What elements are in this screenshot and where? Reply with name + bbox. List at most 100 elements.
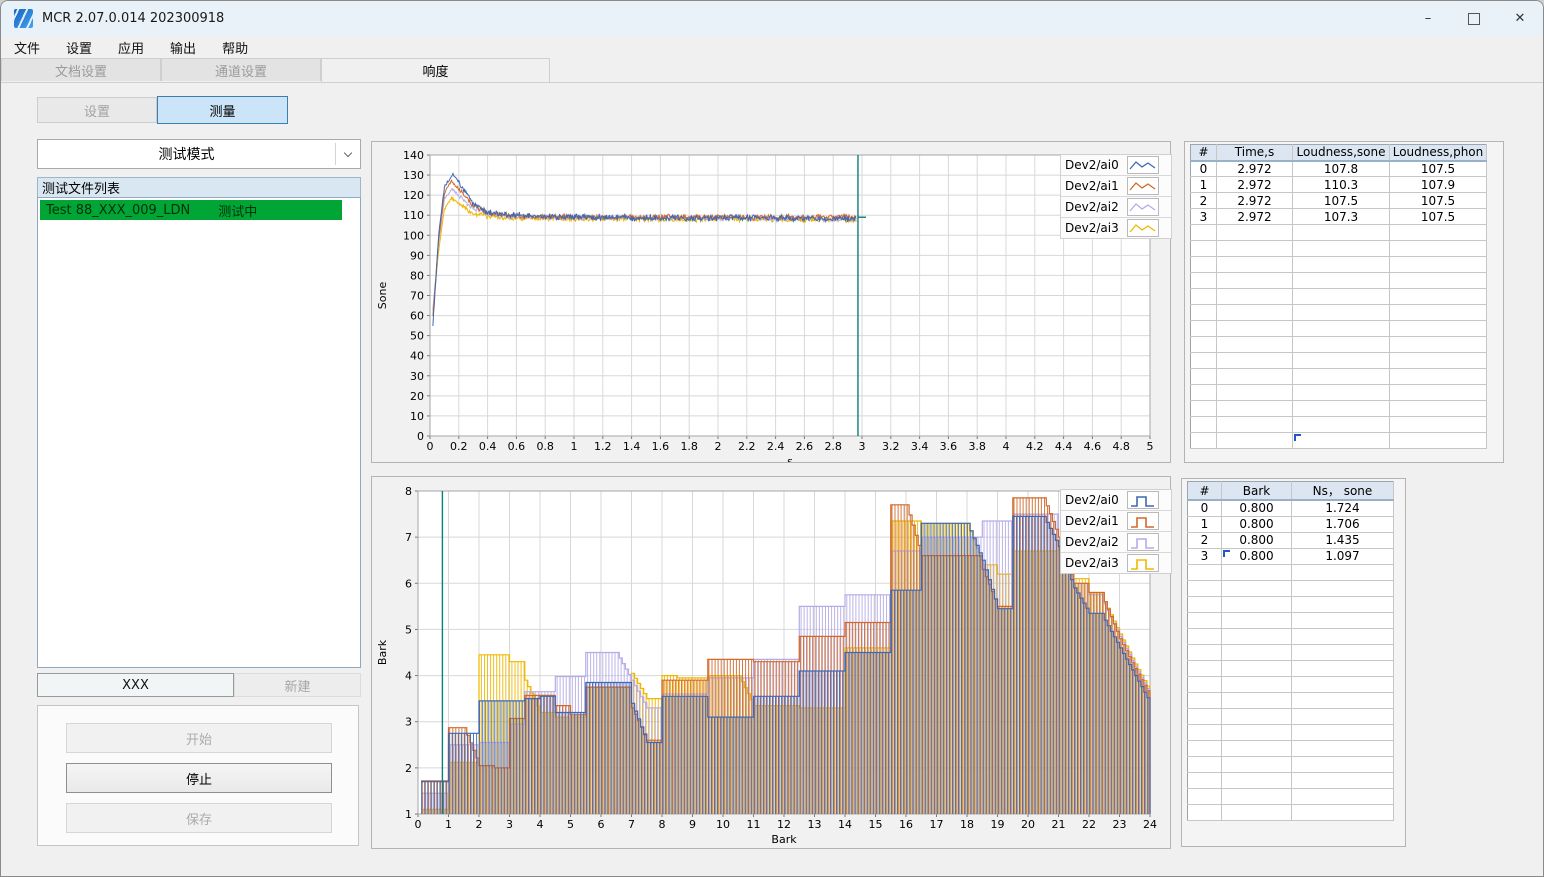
table-row[interactable]: 3 2.972 107.3 107.5: [1190, 208, 1487, 225]
legend-line-icon: [1127, 156, 1159, 174]
svg-text:5: 5: [567, 818, 574, 831]
table-row[interactable]: 2 0.800 1.435: [1187, 532, 1394, 549]
table-cell: [1190, 432, 1217, 449]
table-row[interactable]: [1187, 612, 1394, 629]
legend-label: Dev2/ai3: [1065, 556, 1119, 570]
table-row[interactable]: [1187, 628, 1394, 645]
menu-item-3[interactable]: 输出: [157, 36, 209, 59]
table-row[interactable]: [1187, 708, 1394, 725]
bark-results-table: # Bark Ns， sone 0 0.800 1.724 1 0.800 1.706 2 0.80…: [1181, 478, 1406, 847]
start-button[interactable]: 开始: [66, 723, 332, 753]
tab-2[interactable]: 响度: [321, 58, 550, 82]
svg-text:2: 2: [476, 818, 483, 831]
table-cell: [1187, 740, 1222, 757]
table-row[interactable]: [1187, 660, 1394, 677]
table-row[interactable]: [1190, 256, 1487, 273]
maximize-button[interactable]: [1451, 1, 1497, 36]
table-row[interactable]: 0 0.800 1.724: [1187, 500, 1394, 517]
save-button[interactable]: 保存: [66, 803, 332, 833]
table-cell: [1190, 400, 1217, 417]
table-cell: [1187, 628, 1222, 645]
menu-item-0[interactable]: 文件: [1, 36, 53, 59]
table-row[interactable]: 1 0.800 1.706: [1187, 516, 1394, 533]
menu-item-2[interactable]: 应用: [105, 36, 157, 59]
table-row[interactable]: [1190, 432, 1487, 449]
svg-text:0: 0: [417, 430, 424, 443]
svg-text:20: 20: [410, 390, 424, 403]
svg-text:1.6: 1.6: [652, 440, 670, 453]
table-cell: 1.706: [1291, 516, 1394, 533]
table-row[interactable]: [1187, 756, 1394, 773]
table-row[interactable]: 2 2.972 107.5 107.5: [1190, 192, 1487, 209]
table-bark-grid: # Bark Ns， sone 0 0.800 1.724 1 0.800 1.706 2 0.80…: [1187, 481, 1394, 821]
chevron-down-icon[interactable]: [335, 143, 360, 165]
table-cell: [1221, 692, 1292, 709]
close-button[interactable]: ✕: [1497, 1, 1543, 36]
table-cell: [1389, 320, 1487, 337]
table-row[interactable]: [1187, 676, 1394, 693]
table-row[interactable]: [1190, 240, 1487, 257]
view-button-measure[interactable]: 测量: [157, 96, 288, 124]
table-cell: 0: [1190, 160, 1217, 177]
table-row[interactable]: [1187, 740, 1394, 757]
table-row[interactable]: 0 2.972 107.8 107.5: [1190, 160, 1487, 177]
table-row[interactable]: [1190, 304, 1487, 321]
table-row[interactable]: [1187, 724, 1394, 741]
test-mode-dropdown[interactable]: 测试模式: [37, 139, 361, 169]
table-cell: [1291, 660, 1394, 677]
table-row[interactable]: [1187, 580, 1394, 597]
svg-text:2: 2: [715, 440, 722, 453]
table-row[interactable]: [1190, 352, 1487, 369]
table-row[interactable]: [1187, 564, 1394, 581]
menu-item-1[interactable]: 设置: [53, 36, 105, 59]
tab-0[interactable]: 文档设置: [1, 58, 161, 81]
svg-text:17: 17: [930, 818, 944, 831]
svg-text:2.8: 2.8: [824, 440, 842, 453]
table-row[interactable]: [1190, 400, 1487, 417]
table-row[interactable]: [1190, 416, 1487, 433]
table-row[interactable]: [1190, 384, 1487, 401]
legend-line-icon: [1127, 219, 1159, 237]
svg-text:11: 11: [747, 818, 761, 831]
svg-text:8: 8: [659, 818, 666, 831]
svg-text:0.4: 0.4: [479, 440, 497, 453]
table-cell: 107.5: [1292, 192, 1390, 209]
table-cell: 0.800: [1221, 532, 1292, 549]
table-row[interactable]: [1190, 368, 1487, 385]
table-cell: [1221, 580, 1292, 597]
view-button-settings[interactable]: 设置: [37, 97, 157, 123]
table-cell: 1.097: [1291, 548, 1394, 565]
table-row[interactable]: [1190, 224, 1487, 241]
new-button[interactable]: 新建: [234, 673, 361, 697]
table-row[interactable]: [1187, 772, 1394, 789]
table-row[interactable]: 3 0.800 1.097: [1187, 548, 1394, 565]
table-cell: [1221, 596, 1292, 613]
table-cell: [1292, 368, 1390, 385]
table-row[interactable]: [1187, 788, 1394, 805]
loudness-results-table: # Time,s Loudness,sone Loudness,phon 0 2.972 1…: [1184, 141, 1504, 463]
table-row[interactable]: [1187, 596, 1394, 613]
minimize-button[interactable]: –: [1405, 1, 1451, 36]
table-row[interactable]: 1 2.972 110.3 107.9: [1190, 176, 1487, 193]
table-row[interactable]: [1187, 804, 1394, 821]
test-file-list[interactable]: Test 88_XXX_009_LDN 测试中: [37, 197, 361, 668]
table-cell: [1190, 416, 1217, 433]
test-file-item[interactable]: Test 88_XXX_009_LDN 测试中: [40, 200, 342, 220]
table-row[interactable]: [1187, 644, 1394, 661]
table-cell: [1221, 756, 1292, 773]
table-row[interactable]: [1187, 692, 1394, 709]
menu-item-4[interactable]: 帮助: [209, 36, 261, 59]
table-cell: 107.5: [1389, 208, 1487, 225]
table-row[interactable]: [1190, 288, 1487, 305]
table-cell: [1291, 580, 1394, 597]
table-row[interactable]: [1190, 320, 1487, 337]
table-cell: [1292, 224, 1390, 241]
table-row[interactable]: [1190, 336, 1487, 353]
xxx-button[interactable]: XXX: [37, 673, 234, 697]
legend-entry: Dev2/ai3: [1061, 218, 1171, 238]
tab-1[interactable]: 通道设置: [161, 58, 321, 81]
table-cell: [1221, 708, 1292, 725]
table-row[interactable]: [1190, 272, 1487, 289]
stop-button[interactable]: 停止: [66, 763, 332, 793]
table-cell: [1190, 240, 1217, 257]
